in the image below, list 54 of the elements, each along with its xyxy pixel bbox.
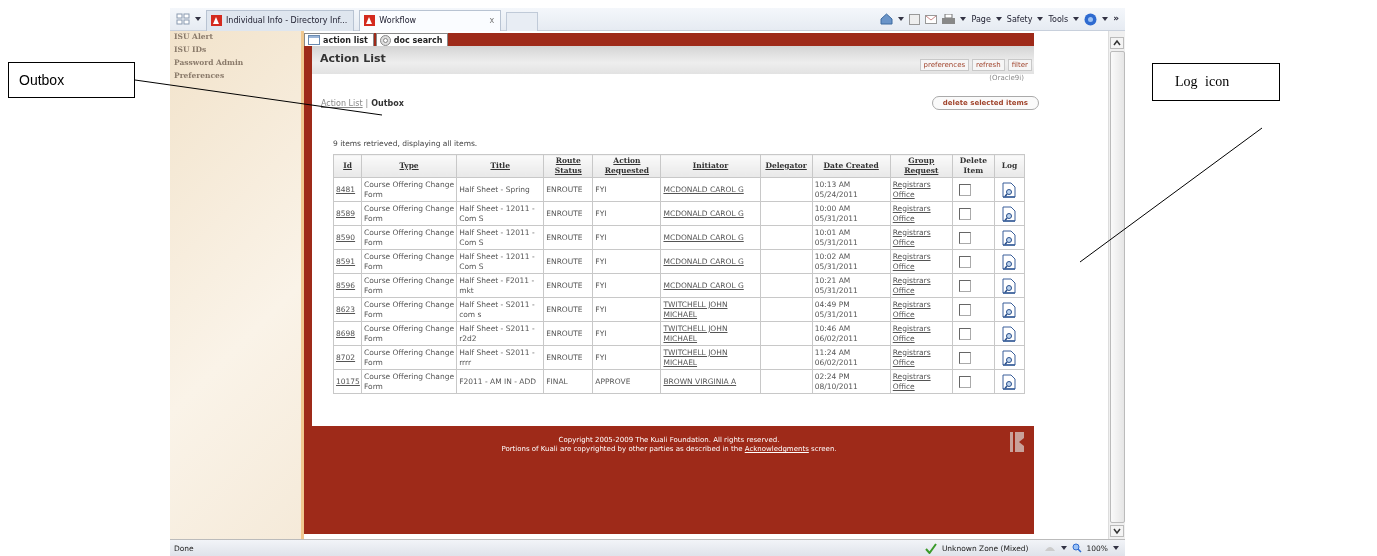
- app-tab[interactable]: doc search: [375, 33, 449, 46]
- delete-checkbox[interactable]: [958, 327, 971, 340]
- zoom-icon[interactable]: [1071, 543, 1082, 554]
- log-icon[interactable]: [1002, 253, 1017, 270]
- command-menu[interactable]: Tools: [1048, 14, 1069, 24]
- site-icon: [364, 15, 376, 26]
- delete-checkbox[interactable]: [958, 231, 971, 244]
- caret-icon[interactable]: [1102, 17, 1109, 21]
- caret-icon[interactable]: [1113, 546, 1119, 551]
- browser-tab[interactable]: Workflow x: [359, 9, 502, 31]
- delete-checkbox[interactable]: [958, 183, 971, 196]
- overflow-chevron[interactable]: »: [1113, 12, 1119, 23]
- delete-checkbox[interactable]: [958, 279, 971, 292]
- browser-tab[interactable]: Individual Info - Directory Inf...: [206, 9, 355, 31]
- app-tab[interactable]: action list: [304, 33, 374, 46]
- scroll-down-icon[interactable]: [1110, 525, 1124, 538]
- log-icon[interactable]: [1002, 181, 1017, 198]
- help-icon[interactable]: [1084, 12, 1098, 26]
- command-menu[interactable]: Page: [971, 14, 991, 24]
- page-title: Action List: [320, 52, 386, 65]
- mail-icon[interactable]: [925, 14, 938, 24]
- log-icon[interactable]: [1002, 205, 1017, 222]
- breadcrumb-current: Outbox: [371, 98, 404, 108]
- log-icon[interactable]: [1002, 277, 1017, 294]
- caret-icon[interactable]: [1037, 17, 1044, 21]
- caret-icon[interactable]: [195, 17, 201, 21]
- delete-checkbox[interactable]: [958, 351, 971, 364]
- breadcrumb-separator: |: [365, 98, 369, 108]
- search-icon: [379, 34, 391, 46]
- home-icon[interactable]: [880, 13, 894, 25]
- log-icon[interactable]: [1002, 301, 1017, 318]
- delete-checkbox[interactable]: [958, 303, 971, 316]
- scroll-up-icon[interactable]: [1110, 37, 1124, 49]
- log-icon[interactable]: [1002, 349, 1017, 366]
- caret-icon[interactable]: [1073, 17, 1080, 21]
- feed-icon[interactable]: [909, 13, 921, 25]
- delete-checkbox[interactable]: [958, 375, 971, 388]
- command-menu[interactable]: Safety: [1006, 14, 1033, 24]
- log-icon[interactable]: [1002, 229, 1017, 246]
- delete-checkbox[interactable]: [958, 255, 971, 268]
- site-icon: [211, 15, 222, 26]
- caret-icon[interactable]: [898, 17, 905, 21]
- check-icon: [924, 542, 937, 554]
- log-icon[interactable]: [1002, 325, 1017, 342]
- caret-icon[interactable]: [995, 17, 1002, 21]
- logo-icon: [1010, 432, 1024, 452]
- log-icon[interactable]: [1002, 373, 1017, 390]
- callout-label: Log icon: [1152, 63, 1280, 101]
- breadcrumb-link[interactable]: Action List: [321, 98, 363, 108]
- caret-icon[interactable]: [960, 17, 967, 21]
- caret-icon[interactable]: [1060, 546, 1067, 551]
- callout-label: Outbox: [8, 62, 135, 98]
- delete-checkbox[interactable]: [958, 207, 971, 220]
- list-icon: [308, 35, 320, 45]
